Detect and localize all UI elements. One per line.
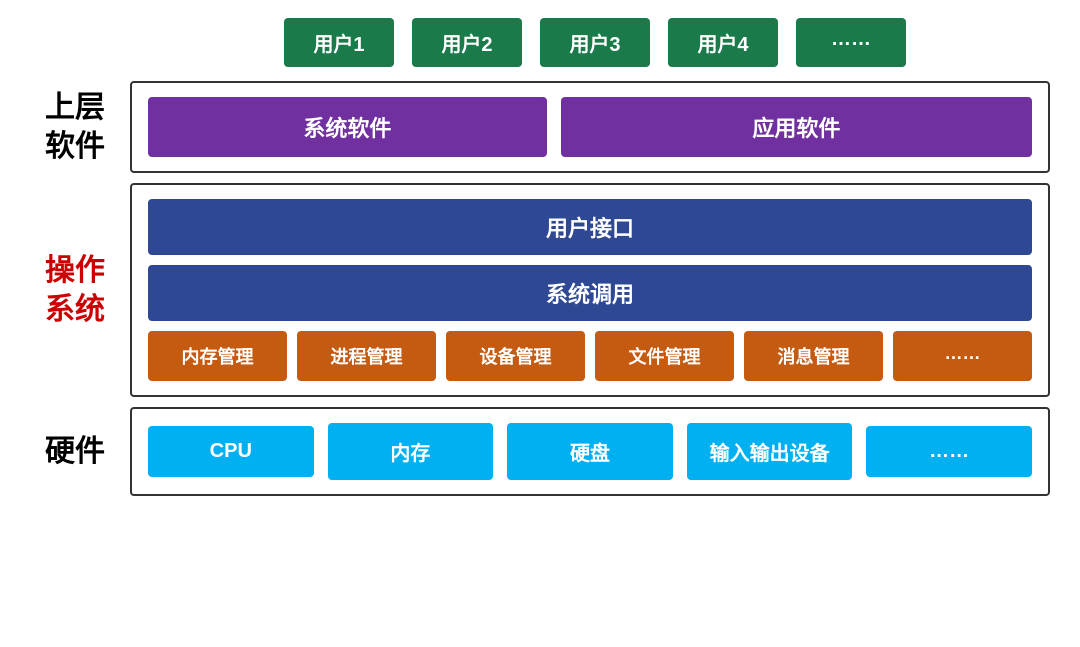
os-module-3: 文件管理	[595, 331, 734, 381]
software-row: 系统软件 应用软件	[148, 97, 1032, 157]
software-section: 上层软件 系统软件 应用软件	[20, 81, 1050, 173]
os-module-0: 内存管理	[148, 331, 287, 381]
hardware-label: 硬件	[20, 407, 130, 496]
software-label: 上层软件	[20, 81, 130, 173]
os-content: 用户接口 系统调用 内存管理 进程管理 设备管理 文件管理 消息管理 ……	[130, 183, 1050, 397]
os-label: 操作系统	[20, 183, 130, 397]
hardware-modules-row: CPU 内存 硬盘 输入输出设备 ……	[148, 423, 1032, 480]
system-software-box: 系统软件	[148, 97, 547, 157]
hw-cpu: CPU	[148, 426, 314, 477]
system-call-bar: 系统调用	[148, 265, 1032, 321]
user-box-4: 用户4	[668, 18, 778, 67]
os-module-5: ……	[893, 331, 1032, 381]
app-software-box: 应用软件	[561, 97, 1032, 157]
os-module-4: 消息管理	[744, 331, 883, 381]
hw-io: 输入输出设备	[687, 423, 853, 480]
hardware-section: 硬件 CPU 内存 硬盘 输入输出设备 ……	[20, 407, 1050, 496]
architecture-diagram: 用户1 用户2 用户3 用户4 …… 上层软件 系统软件 应用软件 操作系统 用…	[20, 18, 1050, 629]
os-module-2: 设备管理	[446, 331, 585, 381]
os-section: 操作系统 用户接口 系统调用 内存管理 进程管理 设备管理 文件管理 消息管理 …	[20, 183, 1050, 397]
hardware-content: CPU 内存 硬盘 输入输出设备 ……	[130, 407, 1050, 496]
user-box-more: ……	[796, 18, 906, 67]
user-row: 用户1 用户2 用户3 用户4 ……	[20, 18, 1050, 67]
hw-more: ……	[866, 426, 1032, 477]
user-interface-bar: 用户接口	[148, 199, 1032, 255]
software-content: 系统软件 应用软件	[130, 81, 1050, 173]
user-box-1: 用户1	[284, 18, 394, 67]
os-module-1: 进程管理	[297, 331, 436, 381]
user-box-3: 用户3	[540, 18, 650, 67]
user-box-2: 用户2	[412, 18, 522, 67]
hw-disk: 硬盘	[507, 423, 673, 480]
os-modules-row: 内存管理 进程管理 设备管理 文件管理 消息管理 ……	[148, 331, 1032, 381]
hw-memory: 内存	[328, 423, 494, 480]
